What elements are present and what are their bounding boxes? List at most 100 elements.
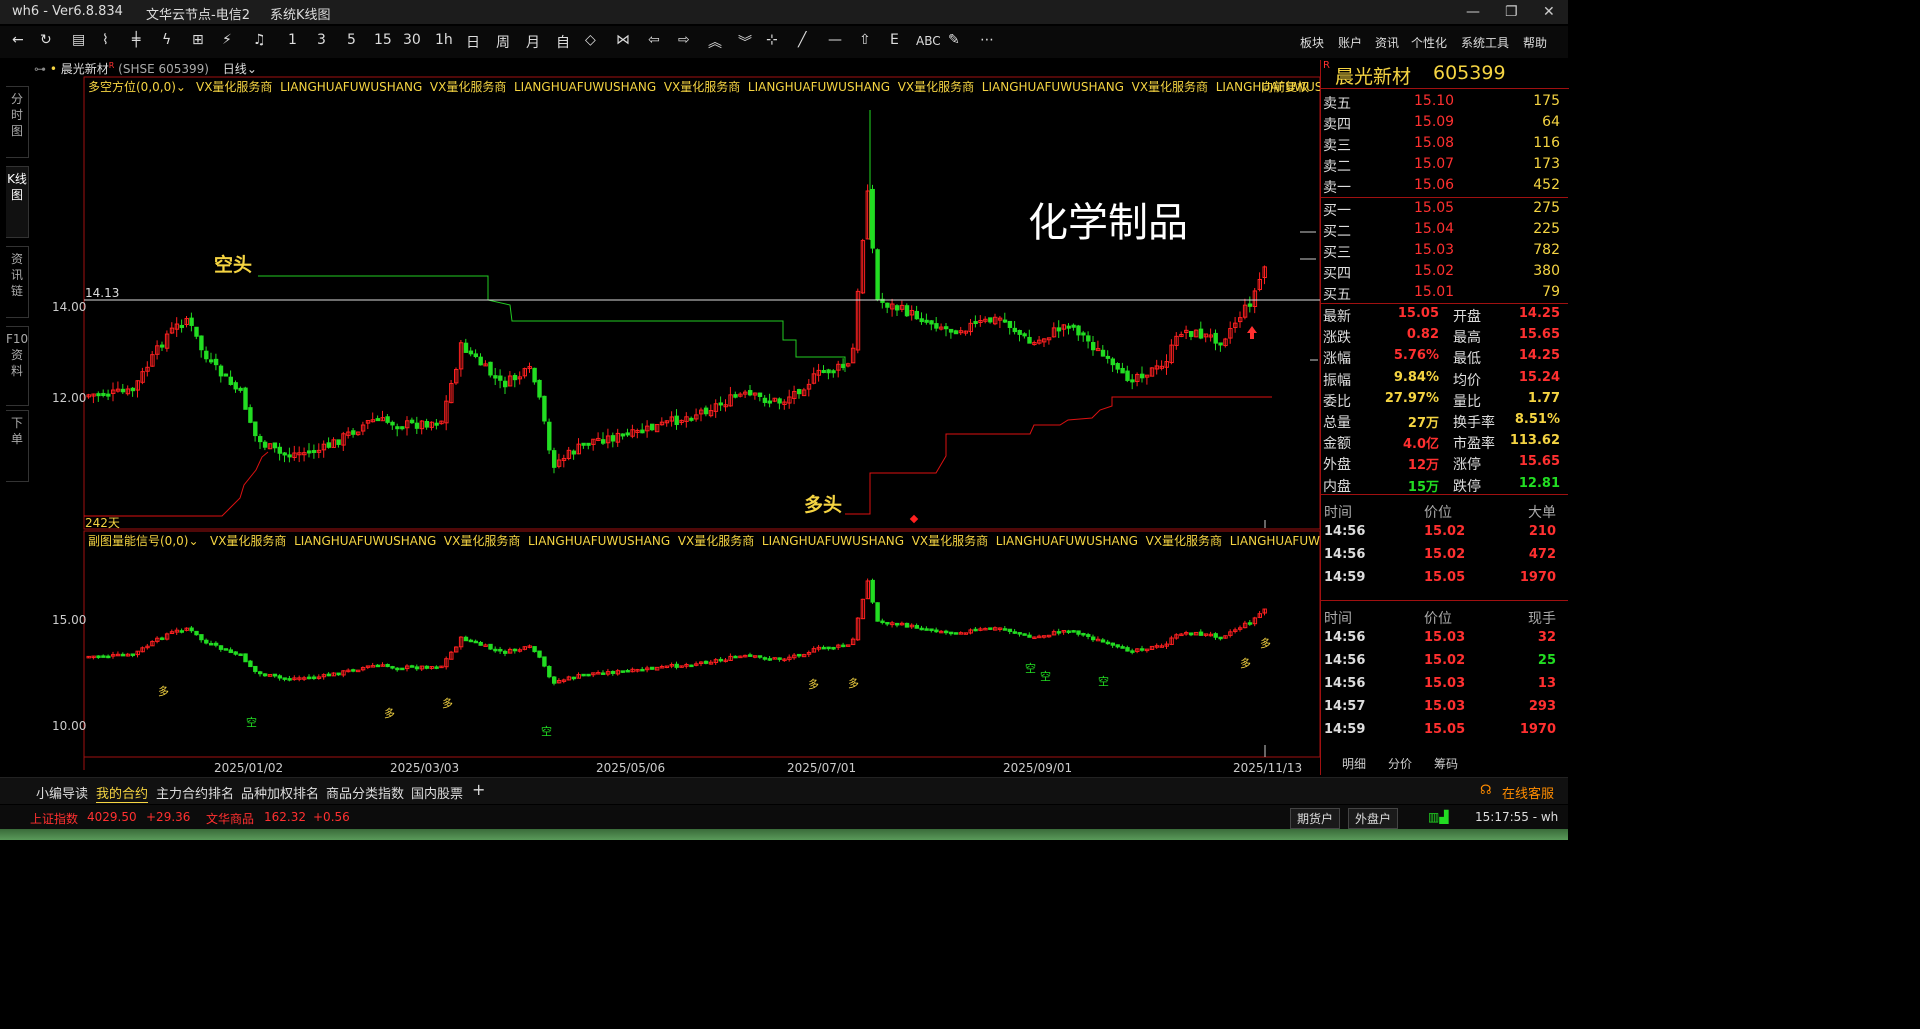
tab-detail[interactable]: 明细 <box>1342 755 1366 772</box>
candle-body <box>1071 630 1076 633</box>
trade-cell: 15.03 <box>1424 630 1466 645</box>
candle-body <box>1140 373 1145 379</box>
candle-body <box>409 419 415 424</box>
candle-body <box>277 675 283 679</box>
menu-tools[interactable]: 系统工具 <box>1461 34 1509 51</box>
futures-account-button[interactable]: 期货户 <box>1290 808 1341 829</box>
candle-body <box>841 363 846 369</box>
trade-row[interactable]: 14:56 15.03 32 <box>1320 628 1568 649</box>
tab-price[interactable]: 分价 <box>1388 755 1412 772</box>
stat-label: 委比 <box>1323 393 1351 410</box>
trade-row[interactable]: 14:56 15.03 13 <box>1320 674 1568 695</box>
candle-body <box>904 305 910 317</box>
bear-label: 空头 <box>214 254 253 276</box>
trade-row[interactable]: 14:59 15.05 1970 <box>1320 568 1568 589</box>
candle-body <box>272 442 278 449</box>
main-indicator-label[interactable]: 多空方位(0,0,0)⌄ <box>88 78 186 95</box>
minimize-icon[interactable]: — <box>1466 4 1480 20</box>
buy-arrow-icon <box>1247 326 1257 339</box>
bid-row[interactable]: 买一 15.05 275 <box>1320 198 1568 219</box>
ask-row[interactable]: 卖二 15.07 173 <box>1320 154 1568 175</box>
headset-icon[interactable]: ☊ <box>1480 783 1492 798</box>
ad-text: VX量化服务商 <box>210 534 287 548</box>
candle-body <box>503 380 508 388</box>
stat-row: 涨跌 0.82 最高 15.65 <box>1320 325 1568 346</box>
trade-cell: 15.02 <box>1424 524 1466 539</box>
menu-account[interactable]: 账户 <box>1338 34 1362 51</box>
trade-row[interactable]: 14:56 15.02 210 <box>1320 522 1568 543</box>
sub-pane-frame <box>83 530 1320 758</box>
indicator-name: 多空方位(0,0,0) <box>88 80 176 94</box>
sub-indicator-label[interactable]: 副图量能信号(0,0)⌄ <box>88 532 199 549</box>
row-price: 15.04 <box>1414 221 1455 237</box>
ad-text: LIANGHUAFUWUSHANG <box>280 80 423 94</box>
candle-body <box>552 450 557 468</box>
candle-body <box>1017 329 1022 335</box>
tab-editor-guide[interactable]: 小编导读 <box>36 783 88 802</box>
menu-help[interactable]: 帮助 <box>1523 34 1547 51</box>
candle-body <box>478 356 483 366</box>
stat-label: 涨跌 <box>1323 330 1351 347</box>
restore-mode[interactable]: 向前复权 <box>1261 78 1309 95</box>
stat-label: 均价 <box>1453 372 1481 389</box>
bid-row[interactable]: 买二 15.04 225 <box>1320 219 1568 240</box>
diamond-marker <box>909 514 919 524</box>
header-cell: 时间 <box>1324 505 1352 521</box>
tab-my-contracts[interactable]: 我的合约 <box>96 783 149 803</box>
ask-row[interactable]: 卖四 15.09 64 <box>1320 112 1568 133</box>
trade-row[interactable]: 14:56 15.02 25 <box>1320 651 1568 672</box>
header-cell: 价位 <box>1424 505 1452 521</box>
ad-text: VX量化服务商 <box>429 80 507 94</box>
candle-body <box>875 602 880 622</box>
row-volume: 782 <box>1533 242 1560 258</box>
short-signal: 空 <box>246 716 257 729</box>
candle-body <box>586 442 591 446</box>
bid-row[interactable]: 买四 15.02 380 <box>1320 261 1568 282</box>
ask-row[interactable]: 卖一 15.06 452 <box>1320 175 1568 196</box>
candle-body <box>179 324 185 328</box>
tab-domestic-stocks[interactable]: 国内股票 <box>411 783 463 802</box>
short-signal: 空 <box>541 725 552 738</box>
candle-body <box>988 627 993 630</box>
bid-row[interactable]: 买五 15.01 79 <box>1320 282 1568 303</box>
trade-cell: 210 <box>1528 524 1556 539</box>
trade-row[interactable]: 14:57 15.03 293 <box>1320 697 1568 718</box>
menu-news[interactable]: 资讯 <box>1375 34 1399 51</box>
ad-text: VX量化服务商 <box>1145 534 1223 548</box>
stat-value: 14.25 <box>1518 306 1560 321</box>
candle-body <box>1066 630 1071 633</box>
candle-body <box>488 361 493 376</box>
menu-personalize[interactable]: 个性化 <box>1411 34 1447 51</box>
candle-body <box>223 373 229 377</box>
tab-chips[interactable]: 筹码 <box>1434 755 1458 772</box>
candle-body <box>1027 634 1032 638</box>
stat-label: 开盘 <box>1453 309 1481 325</box>
stat-value: 15.24 <box>1518 369 1560 385</box>
close-icon[interactable]: ✕ <box>1543 4 1555 20</box>
candle-body <box>1105 355 1111 359</box>
quote-name: 晨光新材 <box>1335 66 1412 88</box>
candle-body <box>1120 367 1125 374</box>
kline-chart[interactable] <box>0 0 1320 777</box>
trade-row[interactable]: 14:59 15.05 1970 <box>1320 720 1568 741</box>
ask-row[interactable]: 卖五 15.10 175 <box>1320 91 1568 112</box>
add-tab-icon[interactable]: + <box>472 780 485 799</box>
tab-weighted-rank[interactable]: 品种加权排名 <box>241 783 319 802</box>
trade-row[interactable]: 14:56 15.02 472 <box>1320 545 1568 566</box>
candle-body <box>537 650 542 658</box>
candle-body <box>1115 363 1120 370</box>
candle-body <box>1198 631 1204 636</box>
row-label: 卖一 <box>1323 180 1351 196</box>
candle-body <box>1007 320 1013 328</box>
header-cell: 价位 <box>1424 611 1452 627</box>
index1-name: 上证指数 <box>30 812 79 826</box>
tab-main-contract-rank[interactable]: 主力合约排名 <box>156 783 234 802</box>
tab-commodity-index[interactable]: 商品分类指数 <box>326 783 404 802</box>
ask-row[interactable]: 卖三 15.08 116 <box>1320 133 1568 154</box>
online-service[interactable]: 在线客服 <box>1502 783 1554 802</box>
restore-icon[interactable]: ❐ <box>1505 4 1518 20</box>
candle-body <box>204 350 209 360</box>
candle-body <box>248 660 253 668</box>
bid-row[interactable]: 买三 15.03 782 <box>1320 240 1568 261</box>
foreign-account-button[interactable]: 外盘户 <box>1348 808 1399 829</box>
